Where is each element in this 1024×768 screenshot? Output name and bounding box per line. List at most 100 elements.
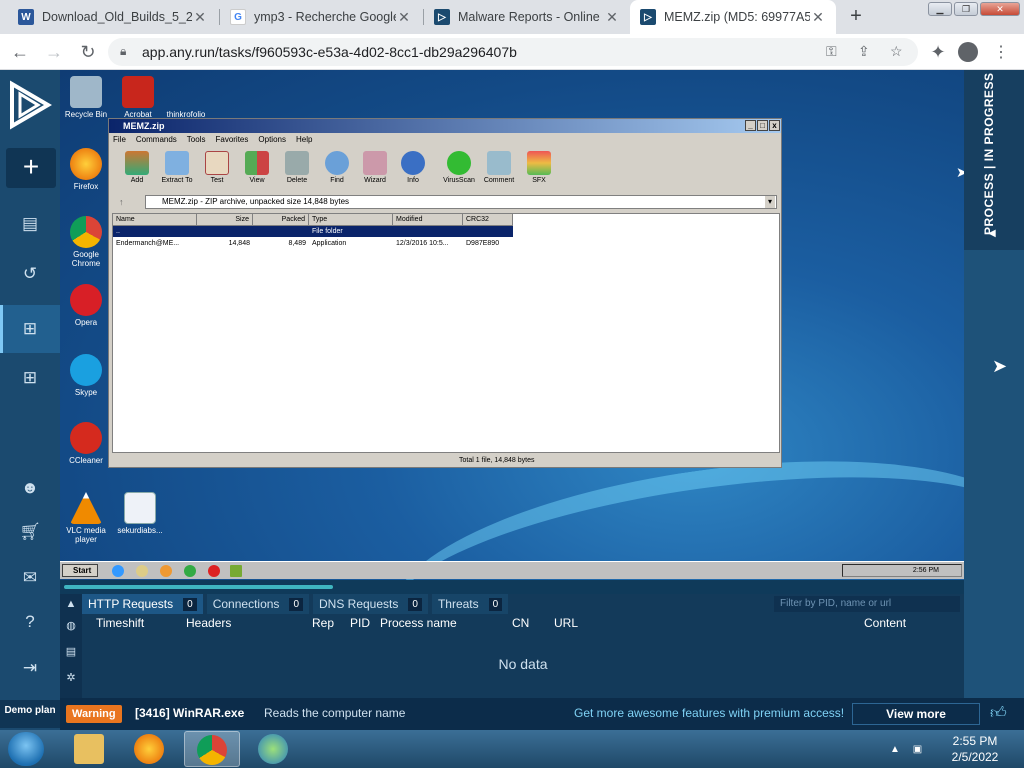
media-player-icon[interactable] [160, 565, 172, 577]
logout-icon[interactable]: ⇥ [18, 656, 42, 680]
bookmark-star-icon[interactable]: ☆ [890, 43, 903, 60]
close-icon[interactable]: ✕ [192, 9, 208, 26]
column-size[interactable]: Size [197, 214, 253, 226]
windows-start-orb-icon[interactable] [8, 732, 44, 766]
folder-icon[interactable] [136, 565, 148, 577]
extract-to-button[interactable]: Extract To [157, 149, 197, 184]
new-task-button[interactable]: + [6, 148, 56, 188]
menu-favorites[interactable]: Favorites [215, 133, 248, 147]
column-cn[interactable]: CN [512, 616, 529, 630]
menu-tools[interactable]: Tools [187, 133, 206, 147]
desktop-icon-vlc[interactable]: VLC media player [60, 492, 114, 544]
dropdown-arrow-icon[interactable]: ▾ [765, 196, 775, 208]
desktop-icon-skype[interactable]: Skype [60, 354, 114, 397]
tab-dns-requests[interactable]: DNS Requests 0 [313, 594, 428, 614]
test-button[interactable]: Test [197, 149, 237, 184]
desktop-icon-document[interactable]: sekurdiabs... [112, 492, 168, 535]
file-list[interactable]: Name Size Packed Type Modified CRC32 .. … [112, 213, 780, 453]
column-packed[interactable]: Packed [253, 214, 309, 226]
close-window-button[interactable]: ✕ [980, 2, 1020, 16]
cart-icon[interactable]: 🛒︎ [18, 520, 42, 544]
winrar-titlebar[interactable]: MEMZ.zip _ □ x [109, 119, 781, 133]
vm-start-button[interactable]: Start [62, 564, 98, 577]
filter-input[interactable]: Filter by PID, name or url [774, 596, 960, 612]
opera-icon[interactable] [208, 565, 220, 577]
desktop-icon-chrome[interactable]: Google Chrome [60, 216, 114, 268]
share-icon[interactable]: ⇪ [858, 43, 870, 60]
comment-button[interactable]: Comment [479, 149, 519, 184]
close-icon[interactable]: ✕ [810, 9, 826, 26]
taskbar-firefox[interactable] [122, 731, 178, 767]
table-row[interactable]: .. File folder [113, 226, 513, 237]
tab-download-old-builds[interactable]: W Download_Old_Builds_5_2 ✕ [8, 0, 218, 34]
globe-icon[interactable]: ◍ [65, 620, 77, 632]
desktop-icon-ccleaner[interactable]: CCleaner [60, 422, 114, 465]
winrar-icon[interactable] [230, 565, 242, 577]
sidebar-item-windows-active[interactable]: ⊞ [0, 305, 60, 353]
ie-icon[interactable] [112, 565, 124, 577]
column-headers[interactable]: Headers [186, 616, 231, 630]
up-arrow-icon[interactable]: ↑ [119, 197, 124, 207]
maximize-button[interactable]: □ [757, 120, 768, 131]
history-icon[interactable]: ↺ [18, 262, 42, 286]
more-menu-icon[interactable]: ⋮ [993, 42, 1009, 62]
desktop-icon-recycle-bin[interactable]: Recycle Bin [60, 76, 114, 119]
premium-promo-text[interactable]: Get more awesome features with premium a… [574, 706, 844, 720]
menu-options[interactable]: Options [258, 133, 286, 147]
column-name[interactable]: Name [113, 214, 197, 226]
wizard-button[interactable]: Wizard [355, 149, 395, 184]
back-arrow-icon[interactable]: ← [8, 40, 32, 64]
desktop-icon-firefox[interactable]: Firefox [60, 148, 114, 191]
info-button[interactable]: Info [393, 149, 433, 184]
archive-path-field[interactable]: MEMZ.zip - ZIP archive, unpacked size 14… [145, 195, 777, 209]
network-icon[interactable]: ▣ [913, 744, 922, 755]
maximize-button[interactable]: ❐ [954, 2, 978, 16]
column-pid[interactable]: PID [350, 616, 370, 630]
file-icon[interactable]: ▤ [65, 646, 77, 658]
help-icon[interactable]: ? [18, 610, 42, 634]
add-button[interactable]: Add [117, 149, 157, 184]
show-hidden-icons-icon[interactable]: ▲ [890, 744, 900, 755]
winrar-window[interactable]: MEMZ.zip _ □ x File Commands Tools Favor… [108, 118, 782, 468]
forward-arrow-icon[interactable]: → [42, 40, 66, 64]
profile-avatar-icon[interactable] [958, 42, 978, 62]
column-timeshift[interactable]: Timeshift [96, 616, 144, 630]
bug-icon[interactable]: ✲ [65, 672, 77, 684]
tab-threats[interactable]: Threats 0 [431, 594, 509, 614]
view-button[interactable]: View [237, 149, 277, 184]
virusscan-button[interactable]: VirusScan [439, 149, 479, 184]
column-crc32[interactable]: CRC32 [463, 214, 513, 226]
process-panel[interactable]: PROCESS | IN PROGRESS ◀ ➤ [964, 70, 1024, 698]
new-tab-button[interactable]: + [842, 5, 870, 29]
find-button[interactable]: Find [317, 149, 357, 184]
address-bar[interactable]: 🔒︎ app.any.run/tasks/f960593c-e53a-4d02-… [108, 38, 918, 66]
minimize-button[interactable]: _ [745, 120, 756, 131]
column-process-name[interactable]: Process name [380, 616, 457, 630]
taskbar-idm[interactable] [246, 731, 302, 767]
column-url[interactable]: URL [554, 616, 578, 630]
taskbar-explorer[interactable] [62, 731, 118, 767]
mail-icon[interactable]: ✉ [18, 566, 42, 590]
chrome-icon[interactable] [184, 565, 196, 577]
vm-desktop[interactable]: Recycle Bin Acrobat thinkrofolio Firefox… [60, 70, 964, 580]
menu-help[interactable]: Help [296, 133, 312, 147]
table-row[interactable]: Endermanch@ME... 14,848 8,489 Applicatio… [113, 238, 513, 249]
desktop-icon-thinkrofolio[interactable]: thinkrofolio [158, 76, 214, 119]
view-more-button[interactable]: View more [852, 703, 980, 725]
user-icon[interactable]: ☻ [18, 476, 42, 500]
sfx-button[interactable]: SFX [519, 149, 559, 184]
demo-plan-label[interactable]: Demo plan [0, 700, 60, 728]
key-icon[interactable]: ⚿ [826, 43, 837, 60]
column-rep[interactable]: Rep [312, 616, 334, 630]
close-icon[interactable]: ✕ [604, 9, 620, 26]
close-button[interactable]: x [769, 120, 780, 131]
desktop-icon-opera[interactable]: Opera [60, 284, 114, 327]
menu-file[interactable]: File [113, 133, 126, 147]
reload-icon[interactable]: ↻ [76, 40, 100, 64]
tab-ymp3-google[interactable]: G ymp3 - Recherche Google ✕ [220, 0, 422, 34]
collapse-arrow-icon[interactable]: ◀ [988, 228, 996, 239]
chevron-up-icon[interactable]: ▲ [65, 598, 77, 610]
column-modified[interactable]: Modified [393, 214, 463, 226]
tab-connections[interactable]: Connections 0 [206, 594, 309, 614]
menu-commands[interactable]: Commands [136, 133, 177, 147]
